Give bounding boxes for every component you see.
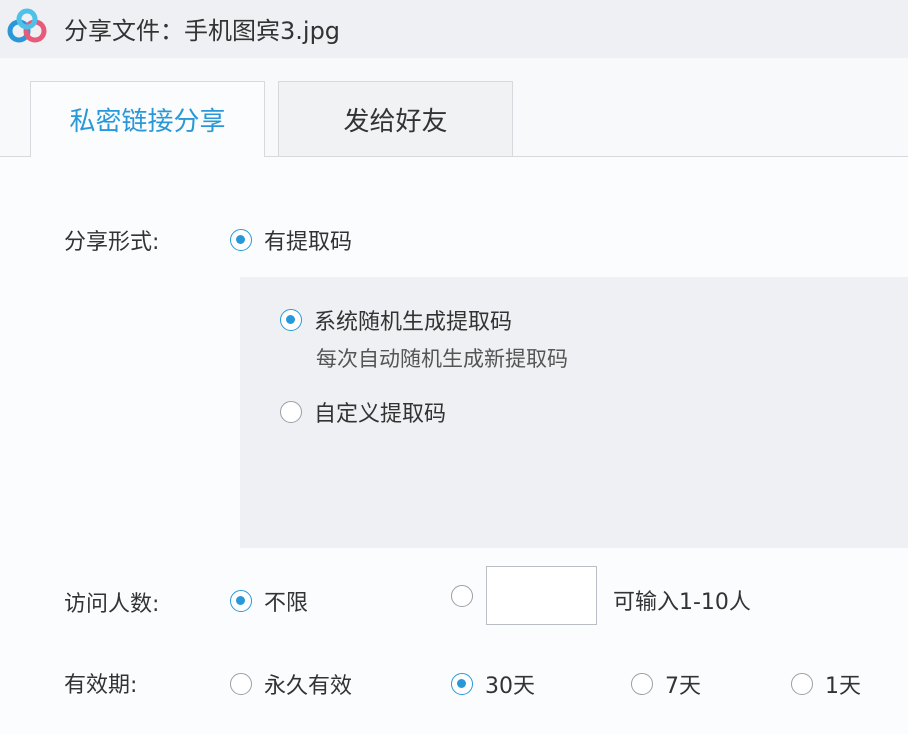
tab-label: 私密链接分享	[69, 107, 226, 137]
visitors-label: 访问人数:	[64, 592, 160, 617]
radio-button[interactable]	[230, 673, 252, 695]
radio-button[interactable]	[230, 229, 252, 251]
random-code-option[interactable]: 系统随机生成提取码	[280, 304, 512, 336]
tab-label: 发给好友	[343, 106, 448, 137]
radio-button[interactable]	[451, 673, 473, 695]
option-label: 永久有效	[264, 674, 353, 699]
share-form-label: 分享形式:	[64, 230, 160, 255]
validity-label: 有效期:	[64, 673, 138, 698]
option-label: 不限	[264, 591, 309, 616]
option-label: 30天	[485, 674, 535, 699]
validity-option-30-days[interactable]: 30天	[451, 668, 535, 700]
radio-button[interactable]	[230, 590, 252, 612]
visitor-count-hint: 可输入1-10人	[613, 590, 751, 615]
option-label: 1天	[825, 674, 861, 699]
validity-option-forever[interactable]: 永久有效	[230, 668, 352, 700]
custom-code-option[interactable]: 自定义提取码	[280, 396, 446, 428]
title-bar: 分享文件：手机图宾3.jpg	[0, 0, 908, 58]
visitor-count-input[interactable]	[486, 566, 597, 625]
radio-button[interactable]	[280, 309, 302, 331]
option-label: 7天	[665, 674, 701, 699]
code-options-panel: 系统随机生成提取码 每次自动随机生成新提取码 自定义提取码	[240, 277, 908, 548]
radio-button[interactable]	[451, 585, 473, 607]
window-title: 分享文件：手机图宾3.jpg	[64, 17, 341, 45]
tab-send-to-friends[interactable]: 发给好友	[278, 81, 513, 156]
radio-button[interactable]	[791, 673, 813, 695]
tab-private-link[interactable]: 私密链接分享	[30, 81, 265, 157]
option-label: 系统随机生成提取码	[314, 310, 513, 335]
option-label: 自定义提取码	[314, 402, 447, 427]
validity-option-7-days[interactable]: 7天	[631, 668, 701, 700]
with-code-option[interactable]: 有提取码	[230, 224, 352, 256]
radio-button[interactable]	[280, 401, 302, 423]
option-label: 有提取码	[264, 230, 353, 255]
visitors-custom-option[interactable]	[451, 585, 473, 607]
radio-button[interactable]	[631, 673, 653, 695]
app-logo-icon	[7, 8, 47, 43]
visitors-unlimited-option[interactable]: 不限	[230, 585, 308, 617]
random-code-note: 每次自动随机生成新提取码	[316, 347, 568, 371]
validity-option-1-day[interactable]: 1天	[791, 668, 861, 700]
share-settings-panel: 分享形式: 有提取码 系统随机生成提取码 每次自动随机生成新提取码 自定义提取码…	[0, 157, 908, 734]
tab-bar: 私密链接分享 发给好友	[0, 58, 908, 157]
